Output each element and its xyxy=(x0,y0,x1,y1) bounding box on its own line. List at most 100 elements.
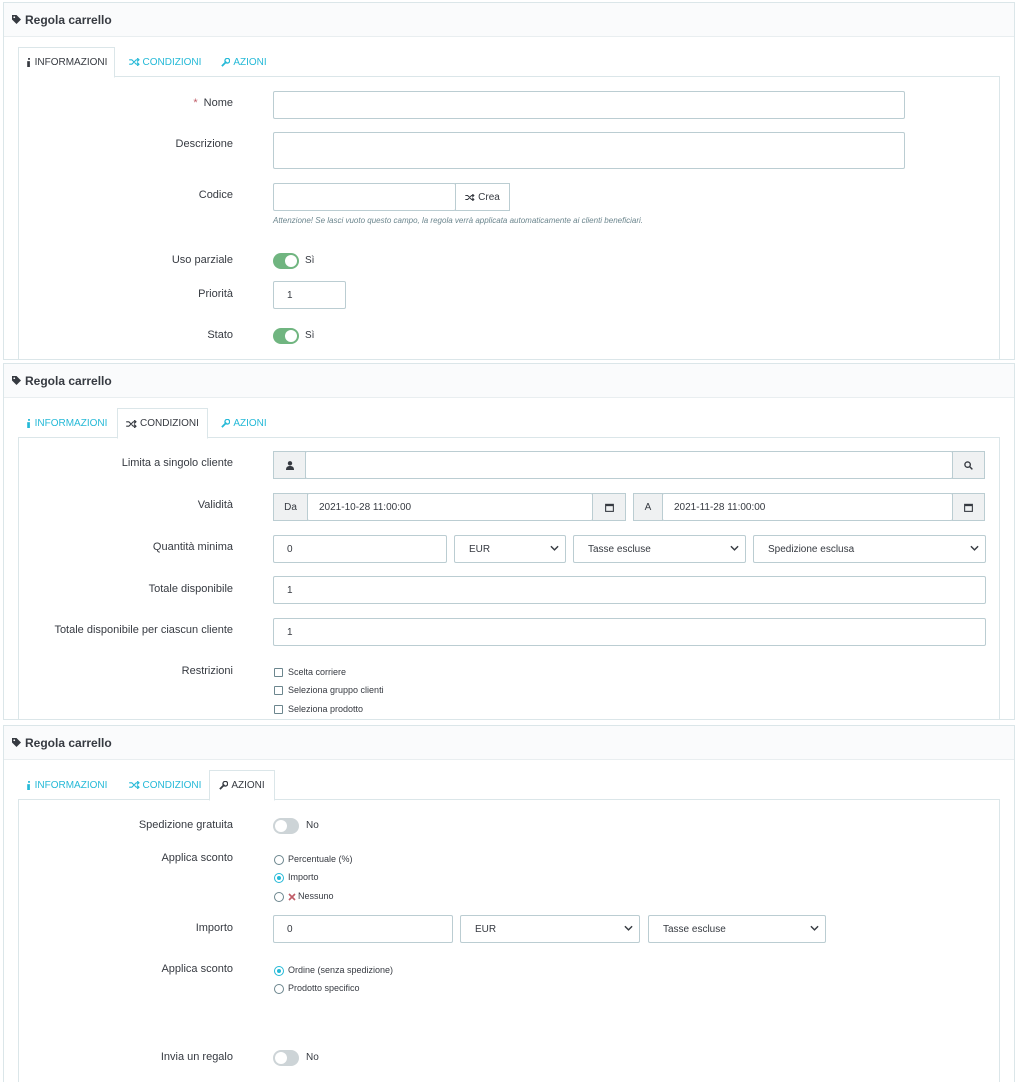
chevron-down-icon xyxy=(970,545,979,551)
amount-input[interactable]: 0 xyxy=(273,915,453,943)
min-amount-shipping-select[interactable]: Spedizione esclusa xyxy=(753,535,986,563)
group-restriction-checkbox[interactable] xyxy=(274,686,283,695)
wrench-icon xyxy=(219,781,229,790)
info-icon xyxy=(26,780,30,790)
status-value: Sì xyxy=(305,330,315,341)
discount-amount-label[interactable]: Importo xyxy=(288,872,319,882)
min-amount-input[interactable]: 0 xyxy=(273,535,447,563)
tab-content: Limita a singolo cliente Validità Da 202… xyxy=(18,437,1000,719)
status-switch[interactable] xyxy=(273,328,299,344)
description-textarea[interactable] xyxy=(273,132,905,169)
date-to-calendar-button[interactable] xyxy=(952,493,985,521)
info-icon xyxy=(26,418,30,428)
to-addon: A xyxy=(633,493,663,521)
restrictions-label: Restrizioni xyxy=(181,665,233,677)
info-icon xyxy=(26,58,30,67)
panel-header: Regola carrello xyxy=(4,726,1014,760)
code-input[interactable] xyxy=(273,183,456,211)
date-from-calendar-button[interactable] xyxy=(592,493,626,521)
partial-use-switch[interactable] xyxy=(273,253,299,269)
apply-order-radio[interactable] xyxy=(274,966,284,976)
panel-title: Regola carrello xyxy=(25,735,112,750)
code-label: Codice xyxy=(198,189,233,201)
min-amount-tax-select[interactable]: Tasse escluse xyxy=(573,535,746,563)
total-available-label: Totale disponibile xyxy=(148,583,233,595)
shuffle-icon xyxy=(128,781,140,789)
priority-input[interactable]: 1 xyxy=(273,281,346,309)
panel-title: Regola carrello xyxy=(25,373,112,388)
carrier-restriction-checkbox[interactable] xyxy=(274,668,283,677)
carrier-restriction-label[interactable]: Scelta corriere xyxy=(288,667,346,677)
calendar-icon xyxy=(964,503,973,512)
amount-label: Importo xyxy=(195,922,233,934)
status-label: Stato xyxy=(207,329,233,341)
user-icon xyxy=(285,460,294,470)
group-restriction-label[interactable]: Seleziona gruppo clienti xyxy=(288,685,384,695)
tab-informazioni[interactable]: INFORMAZIONI xyxy=(18,47,115,78)
validity-label: Validità xyxy=(197,499,233,511)
tab-condizioni[interactable]: CONDIZIONI xyxy=(120,770,210,800)
tab-azioni[interactable]: AZIONI xyxy=(214,408,274,438)
product-restriction-label[interactable]: Seleziona prodotto xyxy=(288,704,363,714)
chevron-down-icon xyxy=(810,925,819,931)
panel-title: Regola carrello xyxy=(25,12,112,27)
customer-search-input[interactable] xyxy=(305,451,953,479)
tab-content: Spedizione gratuita No Applica sconto Pe… xyxy=(18,799,1000,1082)
shuffle-icon xyxy=(128,58,140,66)
chevron-down-icon xyxy=(730,545,739,551)
cart-rule-panel-info: Regola carrello INFORMAZIONI CONDIZIONI … xyxy=(3,2,1015,360)
apply-product-label[interactable]: Prodotto specifico xyxy=(288,983,360,993)
cart-rule-panel-conditions: Regola carrello INFORMAZIONI CONDIZIONI … xyxy=(3,363,1015,720)
wrench-icon xyxy=(221,418,231,428)
tab-informazioni[interactable]: INFORMAZIONI xyxy=(18,770,115,800)
priority-label: Priorità xyxy=(198,288,233,300)
discount-percent-radio[interactable] xyxy=(274,855,284,865)
min-amount-label: Quantità minima xyxy=(152,541,233,553)
date-to-input[interactable]: 2021-11-28 11:00:00 xyxy=(662,493,953,521)
per-customer-input[interactable]: 1 xyxy=(273,618,986,646)
from-addon: Da xyxy=(273,493,308,521)
product-restriction-checkbox[interactable] xyxy=(274,705,283,714)
customer-addon xyxy=(273,451,306,479)
amount-currency-select[interactable]: EUR xyxy=(460,915,640,943)
free-shipping-switch[interactable] xyxy=(273,818,299,834)
partial-use-value: Sì xyxy=(305,255,315,266)
apply-product-radio[interactable] xyxy=(274,984,284,994)
generate-code-button[interactable]: Crea xyxy=(455,183,510,211)
tab-condizioni[interactable]: CONDIZIONI xyxy=(120,47,210,77)
apply-discount-label: Applica sconto xyxy=(161,852,233,864)
free-shipping-value: No xyxy=(306,820,319,831)
shuffle-icon xyxy=(465,193,475,201)
discount-none-radio[interactable] xyxy=(274,892,284,902)
gift-label: Invia un regalo xyxy=(160,1051,233,1063)
total-available-input[interactable]: 1 xyxy=(273,576,986,604)
tab-content: * Nome Descrizione Codice Crea Attenzione… xyxy=(18,76,1000,359)
gift-value: No xyxy=(306,1052,319,1063)
tab-azioni[interactable]: AZIONI xyxy=(214,47,274,77)
panel-header: Regola carrello xyxy=(4,364,1014,398)
apply-order-label[interactable]: Ordine (senza spedizione) xyxy=(288,965,393,975)
description-label: Descrizione xyxy=(175,138,233,150)
amount-tax-select[interactable]: Tasse escluse xyxy=(648,915,826,943)
calendar-icon xyxy=(604,503,614,512)
code-hint: Attenzione! Se lasci vuoto questo campo,… xyxy=(273,216,643,225)
discount-percent-label[interactable]: Percentuale (%) xyxy=(288,854,353,864)
customer-search-button[interactable] xyxy=(952,451,985,479)
tab-azioni[interactable]: AZIONI xyxy=(209,770,275,801)
per-customer-label: Totale disponibile per ciascun cliente xyxy=(54,624,233,636)
name-input[interactable] xyxy=(273,91,905,119)
discount-amount-radio[interactable] xyxy=(274,873,284,883)
close-icon xyxy=(288,892,297,901)
customer-label: Limita a singolo cliente xyxy=(121,457,233,469)
gift-switch[interactable] xyxy=(273,1050,299,1066)
apply-to-label: Applica sconto xyxy=(161,963,233,975)
discount-none-label[interactable]: Nessuno xyxy=(298,891,334,901)
tab-informazioni[interactable]: INFORMAZIONI xyxy=(18,408,115,438)
min-amount-currency-select[interactable]: EUR xyxy=(454,535,566,563)
chevron-down-icon xyxy=(550,545,559,551)
tab-condizioni[interactable]: CONDIZIONI xyxy=(117,408,208,439)
search-icon xyxy=(964,460,973,470)
date-from-input[interactable]: 2021-10-28 11:00:00 xyxy=(307,493,593,521)
shuffle-icon xyxy=(126,419,137,428)
free-shipping-label: Spedizione gratuita xyxy=(138,819,233,831)
